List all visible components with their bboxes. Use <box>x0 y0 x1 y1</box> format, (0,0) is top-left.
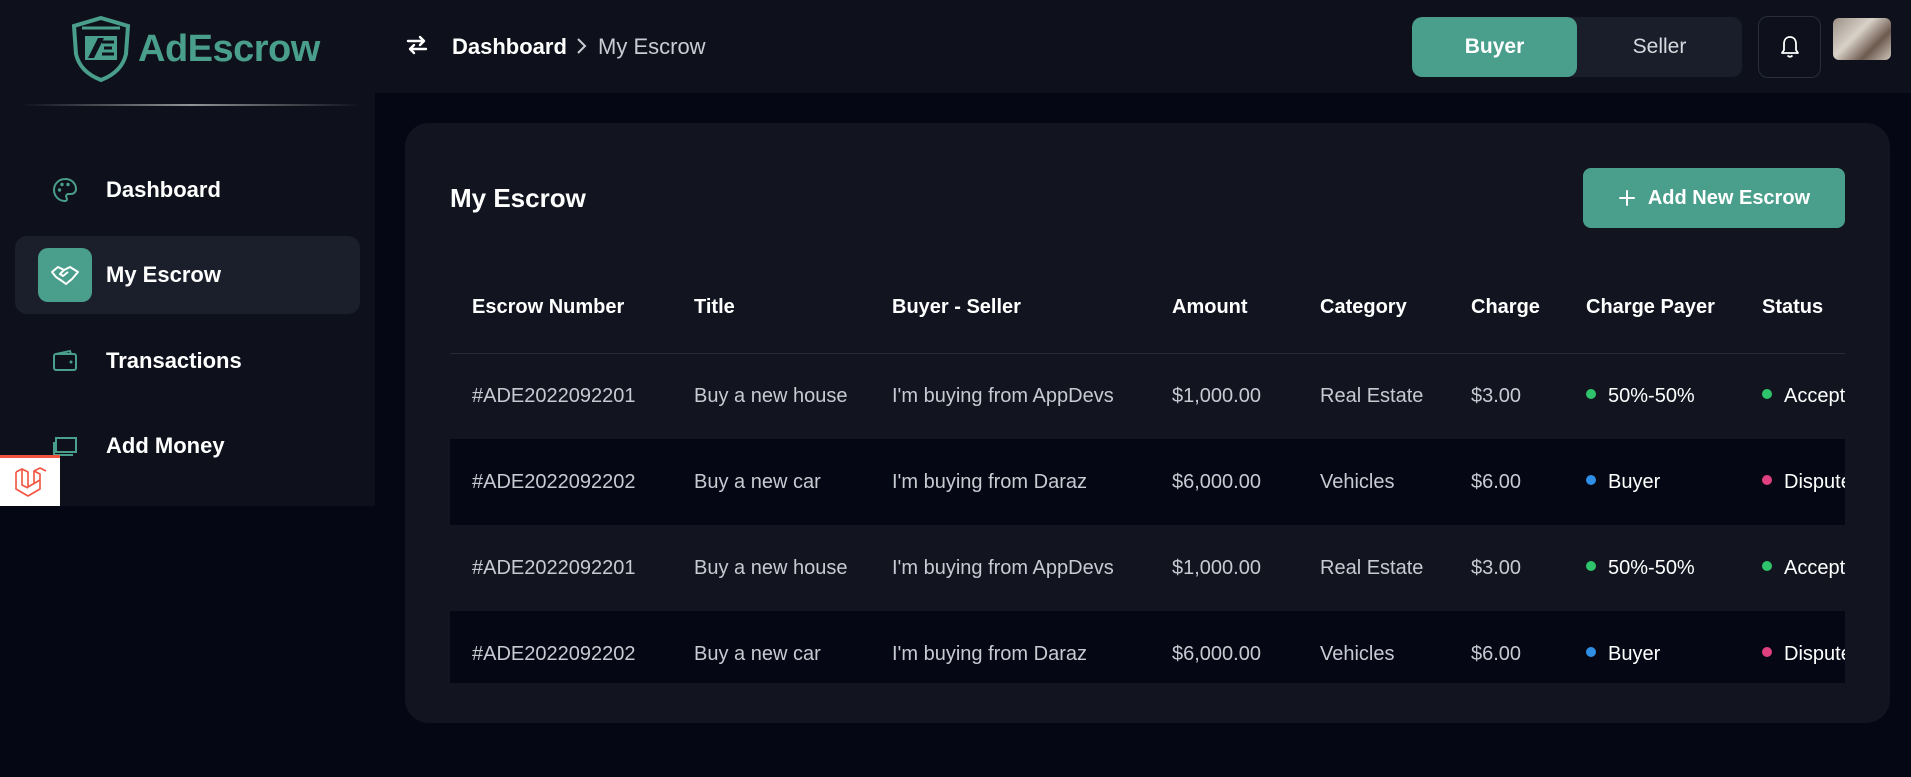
charge: $3.00 <box>1471 556 1522 579</box>
buyer-toggle-button[interactable]: Buyer <box>1412 17 1577 77</box>
column-header[interactable]: Category <box>1298 263 1449 354</box>
charge-payer-label: 50%-50% <box>1608 556 1695 579</box>
charge-payer-label: Buyer <box>1608 642 1661 665</box>
swap-arrows-icon[interactable] <box>405 34 429 61</box>
add-button-label: Add New Escrow <box>1647 186 1811 209</box>
status: Accepted <box>1740 525 1845 611</box>
status: Disputed <box>1740 439 1845 525</box>
amount: $6,000.00 <box>1150 439 1298 525</box>
brand-name: AdEscrow <box>138 27 320 70</box>
column-header[interactable]: Title <box>672 263 870 354</box>
status-dot <box>1762 647 1772 658</box>
status-dot <box>1762 475 1772 486</box>
escrow-number: #ADE2022092201 <box>472 384 636 407</box>
buyer-seller: I'm buying from AppDevs <box>892 384 1114 407</box>
charge-payer-label: 50%-50% <box>1608 384 1695 407</box>
sidebar-item-label: Transactions <box>106 348 242 373</box>
palette-icon <box>38 163 92 217</box>
plus-icon <box>1618 190 1635 206</box>
status-dot <box>1586 561 1596 572</box>
escrow-number: #ADE2022092202 <box>450 611 672 683</box>
status-badge: Accepted <box>1784 384 1845 407</box>
escrow-title: Buy a new house <box>694 556 848 579</box>
status: Disputed <box>1740 611 1845 683</box>
amount: $6,000.00 <box>1150 611 1298 683</box>
charge-payer: Buyer <box>1564 611 1740 683</box>
status-dot <box>1586 389 1596 400</box>
brand-logo[interactable]: AdEscrow <box>68 14 320 84</box>
category: Vehicles <box>1298 611 1449 683</box>
buyer-seller: I'm buying from AppDevs <box>892 556 1114 579</box>
amount: $1,000.00 <box>1172 556 1261 579</box>
table-row[interactable]: #ADE2022092201 Buy a new house I'm buyin… <box>450 353 1845 439</box>
sidebar-item-dashboard[interactable]: Dashboard <box>15 151 360 229</box>
charge: $6.00 <box>1449 439 1564 525</box>
sidebar-item-label: Dashboard <box>106 177 221 202</box>
charge-payer: Buyer <box>1564 439 1740 525</box>
charge-payer: 50%-50% <box>1564 353 1740 439</box>
amount: $1,000.00 <box>1172 384 1261 407</box>
status: Accepted <box>1740 353 1845 439</box>
shield-logo-icon <box>71 15 131 83</box>
table-row[interactable]: #ADE2022092201 Buy a new house I'm buyin… <box>450 525 1845 611</box>
logo-divider <box>22 104 360 106</box>
charge-payer: 50%-50% <box>1564 525 1740 611</box>
escrow-title: Buy a new car <box>672 439 870 525</box>
add-new-escrow-button[interactable]: Add New Escrow <box>1583 168 1845 228</box>
column-header[interactable]: Amount <box>1150 263 1298 354</box>
buyer-seller: I'm buying from Daraz <box>870 611 1150 683</box>
sidebar-item-label: Add Money <box>106 433 225 458</box>
category: Real Estate <box>1320 384 1424 407</box>
breadcrumb-current: My Escrow <box>598 34 706 59</box>
escrow-table-container[interactable]: Escrow Number Title Buyer - Seller Amoun… <box>450 263 1845 683</box>
escrow-title: Buy a new house <box>694 384 848 407</box>
seller-toggle-button[interactable]: Seller <box>1577 17 1742 77</box>
column-header[interactable]: Charge <box>1449 263 1564 354</box>
sidebar-item-transactions[interactable]: Transactions <box>15 322 360 400</box>
escrow-number: #ADE2022092202 <box>450 439 672 525</box>
wallet-icon <box>38 334 92 388</box>
role-toggle: Buyer Seller <box>1412 17 1742 77</box>
charge-payer-label: Buyer <box>1608 470 1661 493</box>
page-title: My Escrow <box>450 183 586 213</box>
column-header[interactable]: Charge Payer <box>1564 263 1740 354</box>
chevron-right-icon <box>575 36 589 61</box>
status-badge: Disputed <box>1784 642 1845 665</box>
table-header-row: Escrow Number Title Buyer - Seller Amoun… <box>450 263 1845 354</box>
handshake-icon <box>38 248 92 302</box>
notifications-button[interactable] <box>1758 16 1821 78</box>
category: Real Estate <box>1320 556 1424 579</box>
charge: $3.00 <box>1471 384 1522 407</box>
escrow-number: #ADE2022092201 <box>472 556 636 579</box>
sidebar: AdEscrow Dashboard My Escrow Transaction… <box>0 0 375 506</box>
sidebar-item-add-money[interactable]: Add Money <box>15 407 360 485</box>
top-header: Dashboard My Escrow Buyer Seller <box>375 0 1911 93</box>
category: Vehicles <box>1298 439 1449 525</box>
column-header[interactable]: Buyer - Seller <box>870 263 1150 354</box>
sidebar-item-my-escrow[interactable]: My Escrow <box>15 236 360 314</box>
status-dot <box>1762 389 1772 400</box>
column-header[interactable]: Status <box>1740 263 1845 354</box>
buyer-seller: I'm buying from Daraz <box>870 439 1150 525</box>
status-dot <box>1586 647 1596 658</box>
column-header[interactable]: Escrow Number <box>450 263 672 354</box>
table-row[interactable]: #ADE2022092202 Buy a new car I'm buying … <box>450 611 1845 683</box>
status-badge: Accepted <box>1784 556 1845 579</box>
status-dot <box>1762 561 1772 572</box>
escrow-card: My Escrow Add New Escrow Escrow Number T… <box>405 123 1890 723</box>
laravel-debugbar-icon[interactable] <box>0 455 60 506</box>
charge: $6.00 <box>1449 611 1564 683</box>
avatar[interactable] <box>1833 18 1891 60</box>
status-dot <box>1586 475 1596 486</box>
sidebar-item-label: My Escrow <box>106 262 221 287</box>
escrow-table: Escrow Number Title Buyer - Seller Amoun… <box>450 263 1845 683</box>
escrow-title: Buy a new car <box>672 611 870 683</box>
table-row[interactable]: #ADE2022092202 Buy a new car I'm buying … <box>450 439 1845 525</box>
breadcrumb-root[interactable]: Dashboard <box>452 34 567 60</box>
bell-icon <box>1780 36 1799 58</box>
status-badge: Disputed <box>1784 470 1845 493</box>
